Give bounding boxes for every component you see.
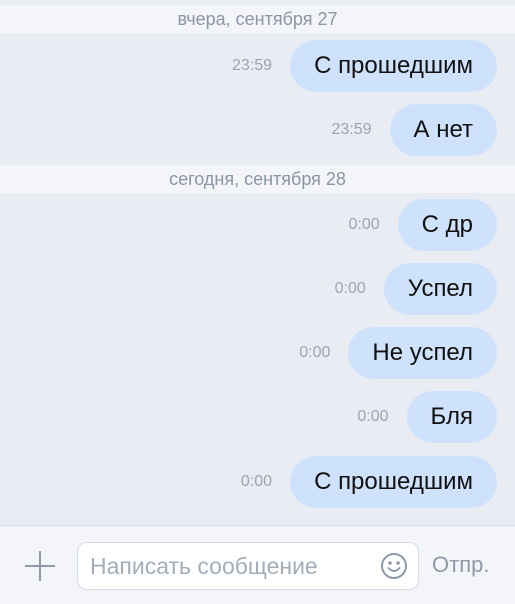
message-row: 0:00 С др [348, 199, 497, 251]
message-bubble[interactable]: С прошедшим [290, 456, 497, 508]
message-input[interactable]: Написать сообщение [77, 542, 419, 590]
message-time: 0:00 [357, 408, 389, 425]
message-row: 23:59 С прошедшим [232, 40, 497, 92]
message-input-placeholder: Написать сообщение [90, 553, 318, 579]
message-bubble[interactable]: Успел [383, 263, 497, 315]
message-bubble[interactable]: С др [397, 199, 497, 251]
message-row: 0:00 Не успел [299, 327, 497, 379]
message-time: 23:59 [232, 57, 273, 74]
message-bubble[interactable]: А нет [389, 104, 497, 156]
message-row: 0:00 С прошедшим [241, 456, 497, 508]
message-composer: Написать сообщение Отпр. [0, 525, 515, 604]
message-time: 0:00 [240, 473, 273, 490]
message-row: 23:59 А нет [331, 104, 497, 156]
message-bubble[interactable]: Бля [406, 391, 497, 443]
message-row: 0:00 Бля [357, 391, 497, 443]
date-separator: сегодня, сентября 28 [0, 165, 515, 193]
message-time: 0:00 [348, 216, 380, 233]
plus-icon[interactable] [22, 548, 58, 584]
message-time: 0:00 [299, 344, 331, 361]
smile-icon[interactable] [380, 552, 408, 580]
message-bubble[interactable]: С прошедшим [290, 40, 497, 92]
message-bubble[interactable]: Не успел [348, 327, 497, 379]
date-separator: вчера, сентября 27 [0, 5, 515, 33]
message-time: 0:00 [334, 280, 366, 297]
send-button[interactable]: Отпр. [432, 550, 489, 580]
message-time: 23:59 [331, 121, 372, 138]
chat-view: вчера, сентября 27 23:59 С прошедшим 23:… [0, 0, 515, 604]
message-row: 0:00 Успел [335, 263, 497, 315]
